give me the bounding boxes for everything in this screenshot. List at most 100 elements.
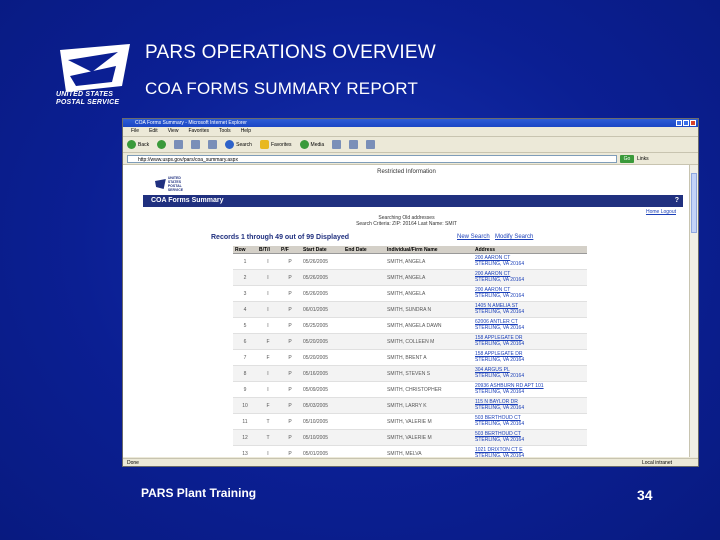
mail-button[interactable] bbox=[349, 140, 359, 149]
media-icon bbox=[299, 140, 309, 149]
address-input[interactable]: http://www.usps.gov/pars/coa_summary.asp… bbox=[127, 154, 617, 163]
table-cell bbox=[343, 269, 385, 286]
address-bar: http://www.usps.gov/pars/coa_summary.asp… bbox=[123, 153, 698, 165]
table-cell: 6 bbox=[233, 333, 257, 350]
table-cell: 12 bbox=[233, 429, 257, 446]
table-row: 8 I P 05/16/2005 SMITH, STEVEN S 304 ARGUS PL… bbox=[233, 365, 587, 382]
table-cell: 05/26/2005 bbox=[301, 285, 343, 302]
column-header[interactable]: Address bbox=[473, 246, 587, 254]
favorites-button[interactable]: Favorites bbox=[259, 140, 292, 149]
table-cell bbox=[343, 445, 385, 457]
address-cell: 200 AARON CT STERLING, VA 20164 bbox=[473, 269, 587, 286]
back-arrow-icon bbox=[127, 140, 136, 149]
menu-tools[interactable]: Tools bbox=[219, 127, 231, 136]
table-cell: P bbox=[279, 285, 301, 302]
coa-forms-header: COA Forms Summary ? bbox=[143, 195, 683, 207]
help-icon[interactable]: ? bbox=[675, 195, 679, 207]
slide-title: PARS OPERATIONS OVERVIEW bbox=[145, 42, 436, 63]
close-icon[interactable] bbox=[690, 120, 696, 126]
address-city: STERLING, VA 20164 bbox=[475, 372, 525, 379]
table-cell: I bbox=[257, 269, 279, 286]
eagle-icon bbox=[155, 179, 166, 189]
go-button[interactable]: Go bbox=[620, 154, 634, 163]
back-button[interactable]: Back bbox=[127, 140, 149, 149]
address-cell: 503 BERTHOUD CT STERLING, VA 20164 bbox=[473, 413, 587, 430]
table-cell: 5 bbox=[233, 317, 257, 334]
table-cell bbox=[343, 349, 385, 366]
table-row: 5 I P 05/25/2005 SMITH, ANGELA DAWN 62006 ANT… bbox=[233, 317, 587, 334]
menu-favorites[interactable]: Favorites bbox=[188, 127, 209, 136]
history-icon bbox=[332, 140, 342, 149]
column-header[interactable]: B/T/I bbox=[257, 246, 279, 254]
table-cell: 06/01/2005 bbox=[301, 301, 343, 318]
media-button[interactable]: Media bbox=[299, 140, 324, 149]
column-header[interactable]: Individual/Firm Name bbox=[385, 246, 473, 254]
maximize-icon[interactable] bbox=[683, 120, 689, 126]
column-header[interactable]: Start Date bbox=[301, 246, 343, 254]
table-cell: 2 bbox=[233, 269, 257, 286]
table-cell: 05/03/2005 bbox=[301, 397, 343, 414]
menu-view[interactable]: View bbox=[168, 127, 179, 136]
table-cell: 05/26/2005 bbox=[301, 269, 343, 286]
refresh-button[interactable] bbox=[191, 140, 201, 149]
table-cell: 05/20/2005 bbox=[301, 333, 343, 350]
new-search-link[interactable]: New Search bbox=[457, 234, 490, 240]
column-header[interactable]: Row bbox=[233, 246, 257, 254]
table-cell bbox=[343, 333, 385, 350]
usps-mini-logo: UNITED STATES POSTAL SERVICE bbox=[155, 176, 195, 192]
table-cell bbox=[343, 317, 385, 334]
address-city: STERLING, VA 20164 bbox=[475, 292, 525, 299]
table-cell: P bbox=[279, 301, 301, 318]
logo-text: UNITED STATES POSTAL SERVICE bbox=[56, 91, 120, 106]
table-cell: P bbox=[279, 413, 301, 430]
table-cell: P bbox=[279, 397, 301, 414]
history-button[interactable] bbox=[332, 140, 342, 149]
column-header[interactable]: P/F bbox=[279, 246, 301, 254]
address-cell: 158 APPLEGATE DR STERLING, VA 20164 bbox=[473, 349, 587, 366]
table-row: 7 F P 05/20/2005 SMITH, BRENT A 158 APPLEGATE… bbox=[233, 349, 587, 366]
browser-screenshot: COA Forms Summary - Microsoft Internet E… bbox=[122, 118, 699, 467]
forward-button[interactable] bbox=[157, 140, 167, 149]
table-cell: P bbox=[279, 333, 301, 350]
address-cell: 304 ARGUS PL STERLING, VA 20164 bbox=[473, 365, 587, 382]
table-cell: I bbox=[257, 301, 279, 318]
slide-background: UNITED STATES POSTAL SERVICE PARS OPERAT… bbox=[0, 0, 720, 540]
table-cell bbox=[343, 429, 385, 446]
address-city: STERLING, VA 20164 bbox=[475, 308, 525, 315]
page-number: 34 bbox=[637, 487, 653, 503]
address-cell: 62006 ANTLER CT STERLING, VA 20164 bbox=[473, 317, 587, 334]
scrollbar-thumb[interactable] bbox=[691, 173, 697, 233]
security-zone: Local intranet bbox=[641, 460, 672, 466]
window-controls[interactable] bbox=[676, 120, 696, 126]
links-label[interactable]: Links bbox=[637, 156, 649, 162]
menu-help[interactable]: Help bbox=[241, 127, 251, 136]
table-cell: 9 bbox=[233, 381, 257, 398]
address-cell: 1021 DRIXTON CT E STERLING, VA 20164 bbox=[473, 445, 587, 457]
modify-search-link[interactable]: Modify Search bbox=[495, 234, 533, 240]
table-cell: P bbox=[279, 317, 301, 334]
address-city: STERLING, VA 20164 bbox=[475, 340, 525, 347]
minimize-icon[interactable] bbox=[676, 120, 682, 126]
star-icon bbox=[259, 140, 269, 149]
table-cell: 3 bbox=[233, 285, 257, 302]
table-header-row: Row B/T/I P/F Start Date End Date Indivi… bbox=[233, 246, 587, 254]
print-button[interactable] bbox=[366, 140, 376, 149]
table-cell: SMITH, LARRY K bbox=[385, 397, 473, 414]
vertical-scrollbar[interactable] bbox=[689, 165, 698, 457]
table-cell: 05/09/2005 bbox=[301, 381, 343, 398]
address-cell: 115 N BAYLOR DR STERLING, VA 20164 bbox=[473, 397, 587, 414]
search-button[interactable]: Search bbox=[225, 140, 252, 149]
table-cell: 05/25/2005 bbox=[301, 317, 343, 334]
table-cell: SMITH, ANGELA bbox=[385, 285, 473, 302]
window-titlebar: COA Forms Summary - Microsoft Internet E… bbox=[123, 119, 698, 127]
menu-file[interactable]: File bbox=[131, 127, 139, 136]
address-city: STERLING, VA 20164 bbox=[475, 436, 525, 443]
table-cell bbox=[343, 253, 385, 270]
home-button[interactable] bbox=[208, 140, 218, 149]
table-cell: SMITH, BRENT A bbox=[385, 349, 473, 366]
column-header[interactable]: End Date bbox=[343, 246, 385, 254]
table-cell: 13 bbox=[233, 445, 257, 457]
menu-edit[interactable]: Edit bbox=[149, 127, 158, 136]
stop-button[interactable] bbox=[174, 140, 184, 149]
search-icon bbox=[225, 140, 235, 149]
